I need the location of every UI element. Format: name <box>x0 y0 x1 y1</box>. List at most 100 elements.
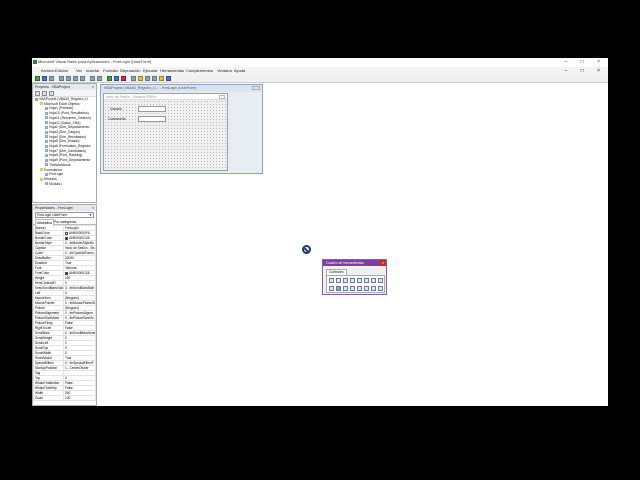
help-icon[interactable] <box>166 76 171 81</box>
label-contrasena[interactable]: Contraseña <box>108 117 126 121</box>
property-value: 0 <box>65 291 67 295</box>
copy-icon[interactable] <box>66 76 71 81</box>
tab-alphabetic[interactable]: Alfabética <box>35 219 54 226</box>
property-row[interactable]: BackColor &H8000000F& <box>33 230 96 236</box>
object-browser-icon[interactable] <box>152 76 157 81</box>
property-value: False <box>65 386 73 390</box>
property-value-cell[interactable]: 0 - fmSpecialEffectF <box>63 360 96 366</box>
property-value-cell[interactable]: 100 <box>63 395 96 401</box>
not-allowed-cursor-icon <box>302 245 311 254</box>
toolbox-title-text: Cuadro de herramientas <box>326 261 364 265</box>
reset-icon[interactable] <box>121 76 126 81</box>
property-value-cell[interactable]: 0 - fmScrollBarsNone <box>63 330 96 336</box>
menu-item-10[interactable]: Ventana <box>217 67 232 75</box>
label-control-icon[interactable] <box>336 278 341 283</box>
property-value-cell[interactable]: 0 - fmPictureSizeMo <box>63 315 96 321</box>
menu-item-3[interactable]: Ver <box>76 67 82 75</box>
menu-item-9[interactable]: Complementos <box>186 67 213 75</box>
menu-item-11[interactable]: Ayuda <box>234 67 245 75</box>
design-mode-icon[interactable] <box>131 76 136 81</box>
tabstrip-control-icon[interactable] <box>343 286 348 291</box>
designer-window-controls[interactable] <box>252 86 260 90</box>
view-excel-icon[interactable] <box>35 76 40 81</box>
property-value-cell[interactable]: 0 - fmMousePointerD <box>63 300 96 306</box>
property-value-cell[interactable]: 0 - fmBorderStyleNo <box>63 240 96 246</box>
combobox-control-icon[interactable] <box>350 278 355 283</box>
property-row[interactable]: BorderStyle 0 - fmBorderStyleNo <box>33 240 96 246</box>
optionbutton-control-icon[interactable] <box>371 278 376 283</box>
view-code-icon[interactable] <box>35 91 40 96</box>
redo-icon[interactable] <box>97 76 102 81</box>
menu-item-8[interactable]: Herramientas <box>160 67 184 75</box>
folder-icon <box>40 168 43 172</box>
property-row[interactable]: Cycle 0 - fmCycleAllForms <box>33 250 96 256</box>
multipage-control-icon[interactable] <box>350 286 355 291</box>
textbox-usuario[interactable] <box>138 106 166 112</box>
spinbutton-control-icon[interactable] <box>364 286 369 291</box>
listbox-control-icon[interactable] <box>357 278 362 283</box>
close-icon[interactable]: × <box>92 205 94 211</box>
property-row[interactable]: BorderColor &H80000012& <box>33 235 96 241</box>
property-value: 0 - fmPictureSizeMo <box>65 316 94 320</box>
tab-categorized[interactable]: Por categorías <box>53 219 77 225</box>
find-icon[interactable] <box>80 76 85 81</box>
menu-item-7[interactable]: Ejecutar <box>143 67 158 75</box>
commandbutton-control-icon[interactable] <box>336 286 341 291</box>
object-selector[interactable]: FrmLogin UserForm ▼ <box>35 212 94 218</box>
label-usuario[interactable]: Usuario <box>110 107 122 111</box>
image-control-icon[interactable] <box>371 286 376 291</box>
run-icon[interactable] <box>107 76 112 81</box>
tree-node-label: Hoja6 (Formulario_Registro <box>49 144 91 149</box>
property-row[interactable]: MousePointer 0 - fmMousePointerD <box>33 300 96 306</box>
insert-userform-icon[interactable] <box>42 76 47 81</box>
save-icon[interactable] <box>49 76 54 81</box>
menu-item-4[interactable]: Insertar <box>86 67 100 75</box>
scrollbar-control-icon[interactable] <box>357 286 362 291</box>
property-row[interactable]: Caption Inicio de Sesión - Sis <box>33 245 96 251</box>
property-row[interactable]: KeepScrollBarsVisible 3 - fmScrollBarsBot… <box>33 285 96 291</box>
userform-canvas[interactable]: Inicio de Sesión - Sistema RRHH Usuario … <box>103 93 228 171</box>
select-objects-icon[interactable] <box>329 278 334 283</box>
document-window-controls[interactable]: – □ × <box>565 67 607 75</box>
textbox-contrasena[interactable] <box>138 116 166 122</box>
tree-node-label: Hoja10 (Punt_Resultados) <box>49 111 89 116</box>
property-row[interactable]: Zoom 100 <box>33 395 96 401</box>
property-value-cell[interactable]: 3 - fmScrollBarsBoth <box>63 285 96 291</box>
properties-window-icon[interactable] <box>145 76 150 81</box>
tree-node-label: Hoja2 (Dim_Departamento <box>49 125 90 130</box>
property-row[interactable]: PictureSizeMode 0 - fmPictureSizeMo <box>33 315 96 321</box>
window-controls[interactable]: – □ × <box>565 58 607 66</box>
paste-icon[interactable] <box>73 76 78 81</box>
textbox-control-icon[interactable] <box>343 278 348 283</box>
checkbox-control-icon[interactable] <box>364 278 369 283</box>
property-value-cell[interactable]: 2 - fmPictureAlignm <box>63 310 96 316</box>
property-row[interactable]: PictureAlignment 2 - fmPictureAlignm <box>33 310 96 316</box>
menu-item-1[interactable]: Archivo <box>41 67 54 75</box>
tree-node[interactable]: Módulo1 <box>33 182 96 187</box>
property-value: 3 - fmScrollBarsBoth <box>65 286 95 290</box>
property-row[interactable]: StartUpPosition 1 - CenterOwner <box>33 365 96 371</box>
property-value-cell[interactable]: Inicio de Sesión - Sis <box>63 245 96 251</box>
property-row[interactable]: ForeColor &H80000012& <box>33 270 96 276</box>
property-value-cell[interactable]: 0 - fmCycleAllForms <box>63 250 96 256</box>
menu-item-5[interactable]: Formato <box>103 67 118 75</box>
property-row[interactable]: SpecialEffect 0 - fmSpecialEffectF <box>33 360 96 366</box>
project-explorer-icon[interactable] <box>138 76 143 81</box>
break-icon[interactable] <box>114 76 119 81</box>
menu-item-6[interactable]: Depuración <box>120 67 140 75</box>
sheet-icon <box>45 163 48 167</box>
vba-app-icon <box>33 60 37 64</box>
close-icon[interactable]: × <box>380 260 386 266</box>
color-swatch-icon <box>65 236 68 240</box>
property-name: PictureSizeMode <box>33 315 64 321</box>
view-object-icon[interactable] <box>42 91 47 96</box>
undo-icon[interactable] <box>90 76 95 81</box>
toggle-folders-icon[interactable] <box>49 91 54 96</box>
refedit-control-icon[interactable] <box>378 286 383 291</box>
frame-control-icon[interactable] <box>329 286 334 291</box>
menu-item-2[interactable]: Edición <box>55 67 68 75</box>
toolbox-icon[interactable] <box>159 76 164 81</box>
togglebutton-control-icon[interactable] <box>378 278 383 283</box>
cut-icon[interactable] <box>59 76 64 81</box>
property-row[interactable]: ScrollBars 0 - fmScrollBarsNone <box>33 330 96 336</box>
